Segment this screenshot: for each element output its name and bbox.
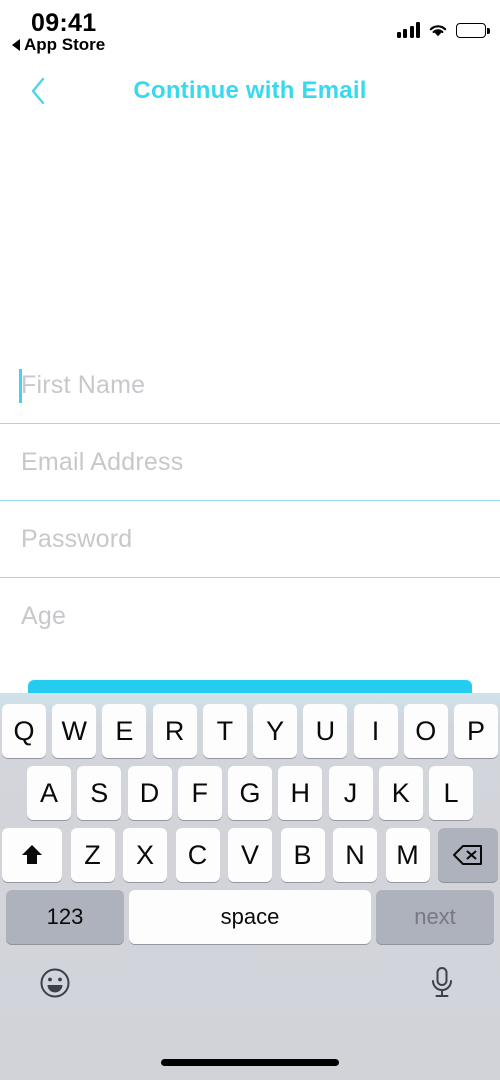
key-c[interactable]: C [175, 828, 220, 882]
key-b[interactable]: B [280, 828, 325, 882]
first-name-placeholder: First Name [21, 371, 146, 399]
smiley-face-icon [40, 968, 70, 998]
key-p[interactable]: P [453, 704, 498, 758]
on-screen-keyboard: Q W E R T Y U I O P A S D F G H J K L Z … [0, 693, 500, 1080]
keyboard-row-4: 123 space next [0, 890, 500, 944]
email-address-placeholder: Email Address [21, 448, 184, 476]
shift-arrow-icon [22, 845, 42, 864]
keyboard-row-1: Q W E R T Y U I O P [0, 704, 500, 758]
return-app-label: App Store [24, 35, 106, 54]
wifi-icon [429, 25, 447, 37]
field-password[interactable]: Password [0, 501, 500, 578]
key-f[interactable]: F [177, 766, 222, 820]
key-y[interactable]: Y [253, 704, 298, 758]
key-v[interactable]: V [228, 828, 272, 882]
status-bar: 09:41 App Store [0, 0, 500, 62]
field-first-name[interactable]: First Name [0, 347, 500, 424]
key-o[interactable]: O [403, 704, 448, 758]
key-x[interactable]: X [123, 828, 167, 882]
key-i[interactable]: I [353, 704, 398, 758]
backspace-icon [453, 845, 482, 865]
key-z[interactable]: Z [70, 828, 115, 882]
password-placeholder: Password [21, 525, 133, 553]
back-button[interactable] [14, 62, 62, 120]
key-k[interactable]: K [378, 766, 423, 820]
chevron-left-icon [31, 77, 45, 105]
numbers-key[interactable]: 123 [6, 890, 124, 944]
next-key[interactable]: next [376, 890, 494, 944]
space-key[interactable]: space [129, 890, 371, 944]
key-j[interactable]: J [328, 766, 373, 820]
keyboard-row-3: Z X C V B N M [0, 828, 500, 882]
key-e[interactable]: E [102, 704, 147, 758]
key-s[interactable]: S [77, 766, 122, 820]
navigation-bar: Continue with Email [0, 62, 500, 120]
home-indicator-bar [161, 1059, 339, 1066]
age-placeholder: Age [21, 602, 67, 630]
microphone-icon [432, 967, 452, 997]
cellular-signal-icon [396, 22, 420, 38]
emoji-key[interactable] [33, 961, 77, 1005]
signup-form: First Name Email Address Password Age [0, 347, 500, 655]
key-r[interactable]: R [152, 704, 197, 758]
keyboard-row-2: A S D F G H J K L [0, 766, 500, 820]
back-triangle-icon [12, 39, 20, 51]
text-caret [19, 368, 22, 403]
key-a[interactable]: A [27, 766, 71, 820]
key-w[interactable]: W [52, 704, 97, 758]
field-email-address[interactable]: Email Address [0, 424, 500, 501]
key-d[interactable]: D [127, 766, 172, 820]
key-n[interactable]: N [333, 828, 377, 882]
key-l[interactable]: L [429, 766, 473, 820]
key-m[interactable]: M [385, 828, 430, 882]
key-u[interactable]: U [303, 704, 348, 758]
key-q[interactable]: Q [2, 704, 46, 758]
microphone-key[interactable] [420, 961, 464, 1005]
shift-key[interactable] [2, 828, 62, 882]
status-bar-indicators [396, 16, 490, 38]
battery-icon [456, 23, 490, 38]
status-bar-time: 09:41 [31, 9, 97, 37]
return-to-app-store-button[interactable]: App Store [12, 35, 105, 55]
app-screen: 09:41 App Store Continue with Email Firs… [0, 0, 500, 1080]
field-age[interactable]: Age [0, 578, 500, 655]
page-title: Continue with Email [133, 77, 367, 104]
key-g[interactable]: G [228, 766, 272, 820]
delete-key[interactable] [438, 828, 498, 882]
key-h[interactable]: H [278, 766, 323, 820]
keyboard-bottom-bar [0, 955, 500, 1025]
key-t[interactable]: T [202, 704, 247, 758]
